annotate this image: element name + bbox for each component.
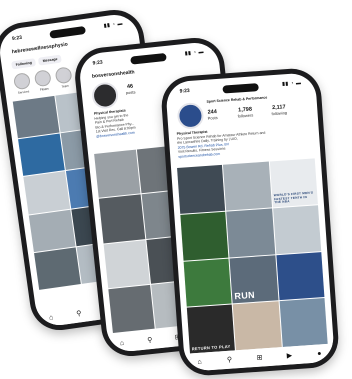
posts-stat: 46 posts bbox=[125, 83, 136, 96]
post-tile[interactable] bbox=[103, 239, 150, 288]
add-icon[interactable]: ⊞ bbox=[254, 353, 265, 362]
post-tile[interactable] bbox=[28, 209, 76, 252]
status-time: 9:23 bbox=[179, 87, 190, 95]
following-button[interactable]: Following bbox=[11, 58, 37, 70]
post-tile[interactable] bbox=[233, 301, 282, 351]
post-tile[interactable] bbox=[223, 161, 272, 211]
story-highlights: Services Pilates Team bbox=[12, 66, 74, 95]
search-icon[interactable]: ⚲ bbox=[145, 336, 156, 345]
status-time: 9:23 bbox=[92, 59, 103, 67]
post-tile[interactable] bbox=[180, 211, 229, 261]
following-stat[interactable]: 2,117 following bbox=[271, 104, 287, 116]
profile-icon[interactable]: ● bbox=[314, 350, 324, 358]
post-tile[interactable] bbox=[98, 194, 146, 243]
reels-icon[interactable]: ▶ bbox=[284, 351, 295, 360]
profile-bio: Physical Therapist Pro Sport Science Reh… bbox=[177, 122, 319, 159]
post-tile[interactable] bbox=[18, 133, 65, 177]
post-tile[interactable] bbox=[12, 95, 60, 139]
home-icon[interactable]: ⌂ bbox=[194, 358, 204, 366]
post-grid: WORLD'S FIRST MEN'S FASTEST TENTH IN THE… bbox=[177, 158, 328, 354]
followers-stat[interactable]: 1,798 followers bbox=[237, 107, 253, 119]
profile-buttons: Following Message bbox=[11, 54, 62, 70]
post-tile[interactable]: WORLD'S FIRST MEN'S FASTEST TENTH IN THE… bbox=[269, 158, 318, 208]
post-tile[interactable]: RUN bbox=[229, 254, 279, 304]
avatar[interactable] bbox=[90, 81, 120, 110]
post-tile[interactable] bbox=[108, 284, 155, 333]
phone-front-screen: 9:23 ▮▮ ◔ ▬ Sport Science Rehab & Perfor… bbox=[165, 72, 335, 372]
highlight-pilates[interactable]: Pilates bbox=[33, 69, 53, 92]
post-tile[interactable] bbox=[34, 247, 81, 290]
message-button[interactable]: Message bbox=[38, 54, 62, 66]
status-time: 9:23 bbox=[11, 34, 23, 43]
post-tile[interactable] bbox=[94, 149, 141, 198]
post-tile[interactable] bbox=[226, 208, 275, 257]
home-icon[interactable]: ⌂ bbox=[117, 339, 128, 347]
post-tile[interactable] bbox=[279, 298, 328, 348]
phone-front: 9:23 ▮▮ ◔ ▬ Sport Science Rehab & Perfor… bbox=[159, 66, 341, 378]
post-tile[interactable] bbox=[177, 164, 226, 214]
avatar[interactable] bbox=[176, 102, 205, 130]
post-tile[interactable]: RETURN TO PLAY bbox=[186, 304, 236, 354]
search-icon[interactable]: ⚲ bbox=[73, 309, 84, 318]
post-tile[interactable] bbox=[272, 204, 322, 254]
signal-icon: ▮▮ ◔ ▬ bbox=[281, 80, 302, 88]
home-icon[interactable]: ⌂ bbox=[46, 313, 57, 322]
post-tile[interactable] bbox=[23, 171, 71, 215]
signal-icon: ▮▮ ◔ ▬ bbox=[103, 20, 124, 30]
signal-icon: ▮▮ ◔ ▬ bbox=[184, 48, 205, 57]
highlight-team[interactable]: Team bbox=[54, 66, 74, 89]
post-tile[interactable] bbox=[183, 258, 232, 307]
posts-stat: 244 Posts bbox=[207, 109, 218, 121]
post-tile[interactable] bbox=[276, 251, 325, 301]
highlight-services[interactable]: Services bbox=[12, 72, 32, 95]
search-icon[interactable]: ⚲ bbox=[224, 355, 235, 364]
